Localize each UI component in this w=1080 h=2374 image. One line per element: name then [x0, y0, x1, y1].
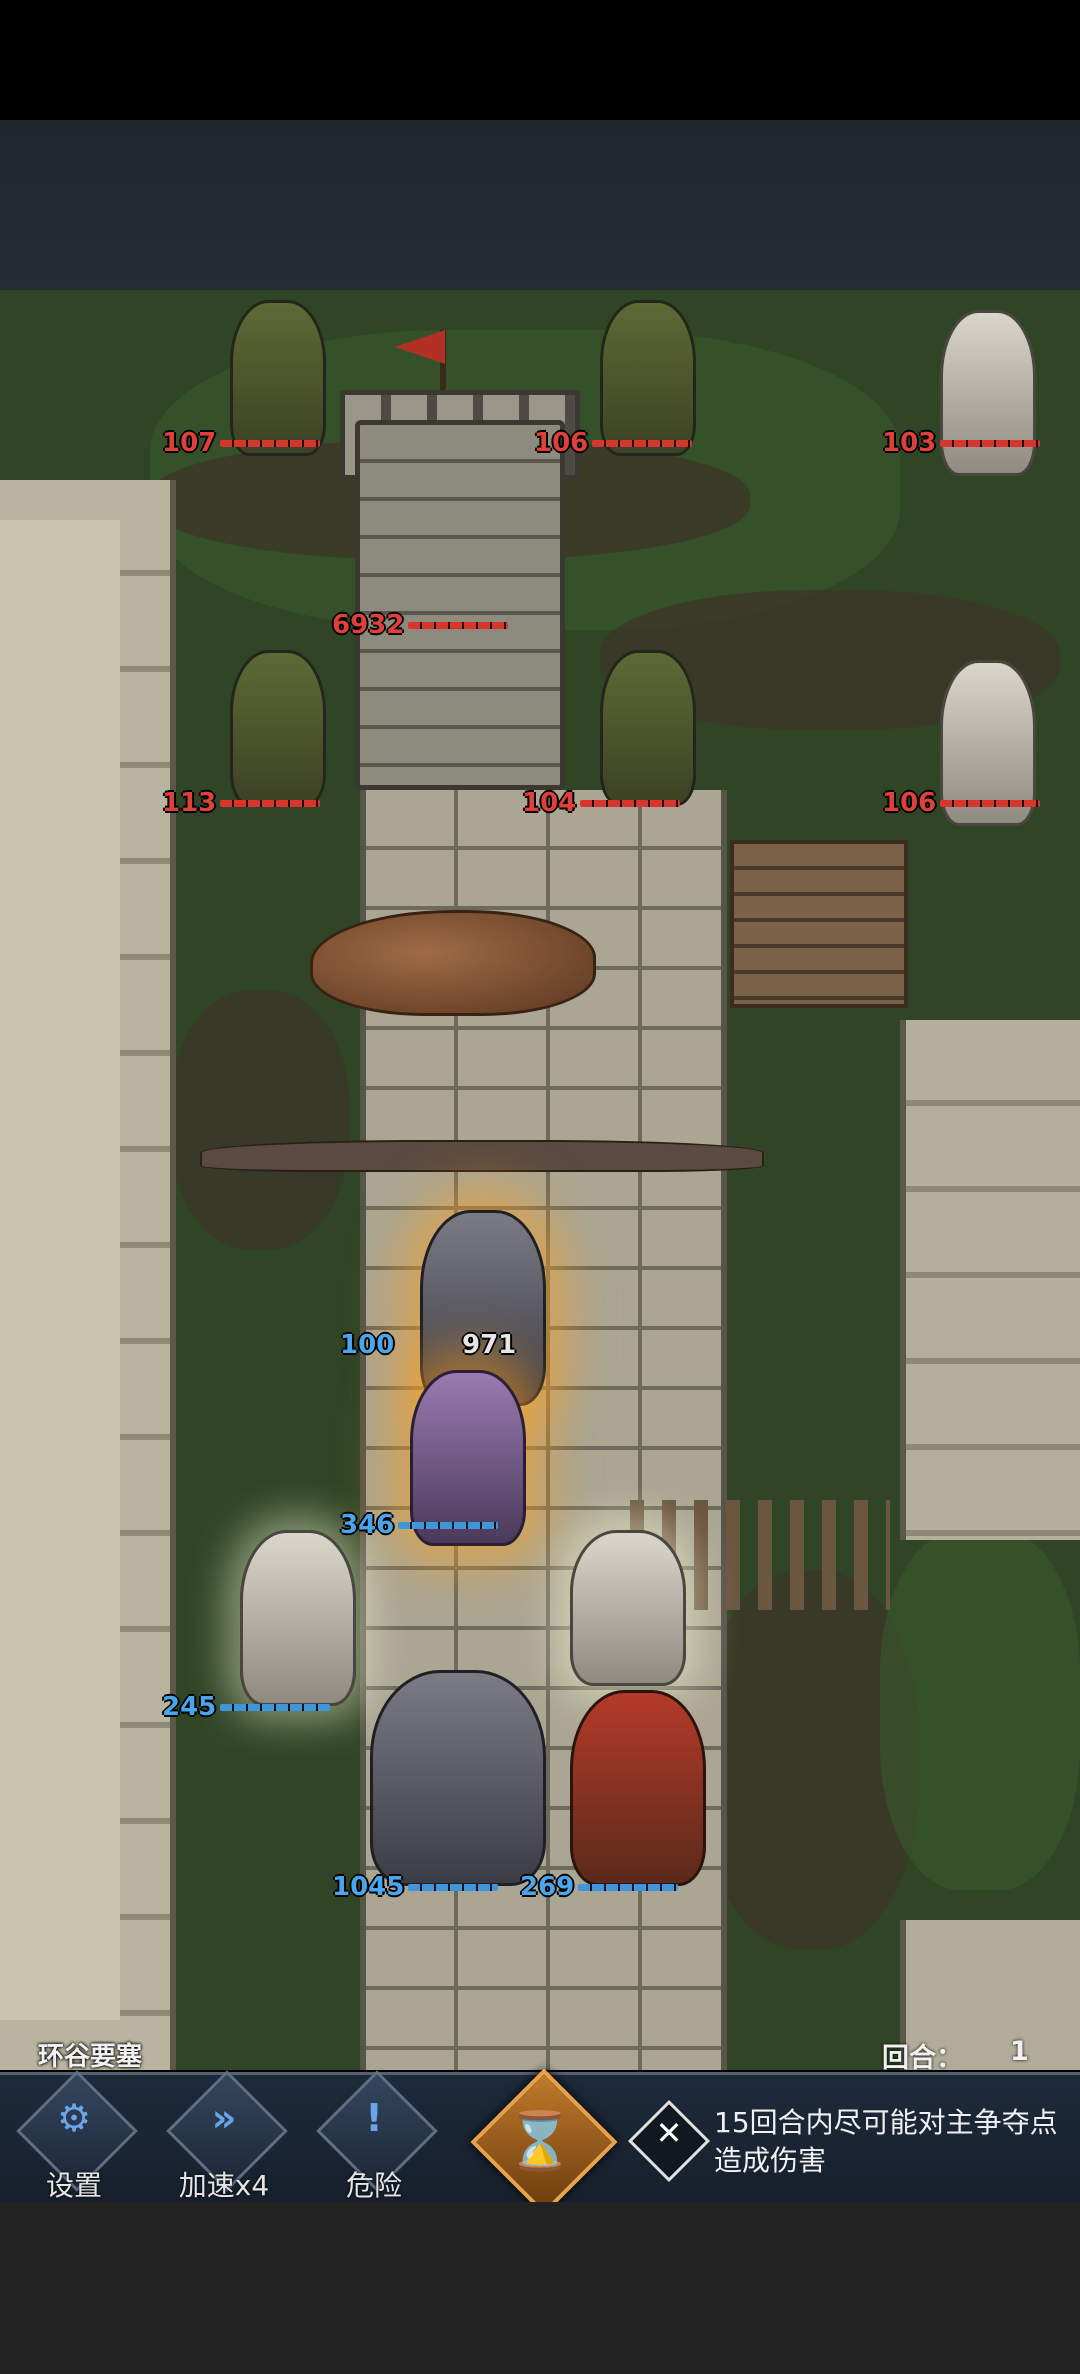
- ally-hp-label: 1045: [332, 1872, 499, 1902]
- enemy-hp-label: 107: [162, 428, 321, 458]
- fast-forward-icon: »: [211, 2096, 237, 2140]
- hourglass-icon: ⌛: [505, 2109, 575, 2174]
- enemy-hp-label: 104: [522, 788, 681, 818]
- hp-value: 100: [340, 1330, 395, 1360]
- end-turn-button[interactable]: ⌛: [470, 2068, 618, 2216]
- speed-label: 加速x4: [178, 2169, 270, 2202]
- settings-label: 设置: [45, 2169, 102, 2202]
- hp-value: 269: [520, 1872, 575, 1902]
- danger-label: 危险: [345, 2169, 402, 2202]
- enemy-archer[interactable]: [220, 640, 330, 810]
- hp-value: 1045: [332, 1872, 405, 1902]
- shield-value: 971: [462, 1330, 517, 1360]
- hp-value: 113: [162, 788, 217, 818]
- hp-value: 106: [534, 428, 589, 458]
- enemy-archer[interactable]: [590, 640, 700, 810]
- danger-button[interactable]: ! 危险: [316, 2070, 440, 2202]
- enemy-hp-label: 106: [534, 428, 693, 458]
- hp-value: 103: [882, 428, 937, 458]
- tower-body: [355, 420, 565, 790]
- main-objective-tower[interactable]: [330, 330, 580, 790]
- hp-value: 106: [882, 788, 937, 818]
- wooden-crate: [730, 840, 908, 1008]
- ally-hp-label: 245: [162, 1692, 331, 1722]
- battlefield-map[interactable]: [0, 290, 1080, 2070]
- exclamation-icon: !: [365, 2096, 383, 2140]
- objective-symbol: ✕: [655, 2114, 683, 2152]
- right-fortress-wall: [900, 1020, 1080, 1540]
- navigation-area: [0, 2202, 1080, 2374]
- enemy-hp-label: 103: [882, 428, 1041, 458]
- round-number: 1: [1010, 2036, 1029, 2067]
- settings-button[interactable]: ⚙ 设置: [16, 2070, 140, 2202]
- top-shadow-band: [0, 120, 1080, 290]
- tower-flag: [395, 330, 445, 364]
- objective-text: 15回合内尽可能对主争夺点造成伤害: [714, 2106, 1058, 2177]
- gear-icon: ⚙: [56, 2096, 92, 2140]
- enemy-hp-label: 106: [882, 788, 1041, 818]
- map-name: 环谷要塞: [38, 2042, 143, 2072]
- ally-knight[interactable]: [350, 1650, 550, 1890]
- hp-value: 346: [340, 1510, 395, 1540]
- hp-value: 104: [522, 788, 577, 818]
- ally-hp-label: 100: [340, 1330, 394, 1360]
- enemy-hp-label: 113: [162, 788, 321, 818]
- status-bar-area: [0, 0, 1080, 120]
- hp-value: 245: [162, 1692, 217, 1722]
- round-label: 回合：: [882, 2043, 963, 2074]
- ally-shield-label: 971: [462, 1330, 516, 1360]
- fallen-bodies: [200, 1130, 764, 1180]
- hp-value: 107: [162, 428, 217, 458]
- tower-hp-label: 6932: [332, 610, 509, 640]
- ally-hp-label: 346: [340, 1510, 499, 1540]
- ally-rider[interactable]: [560, 1670, 710, 1890]
- sleeping-bear[interactable]: [310, 910, 596, 1020]
- hp-value: 6932: [332, 610, 405, 640]
- ally-hp-label: 269: [520, 1872, 679, 1902]
- speed-button[interactable]: » 加速x4: [166, 2070, 290, 2202]
- left-wall-walkway: [0, 520, 120, 2020]
